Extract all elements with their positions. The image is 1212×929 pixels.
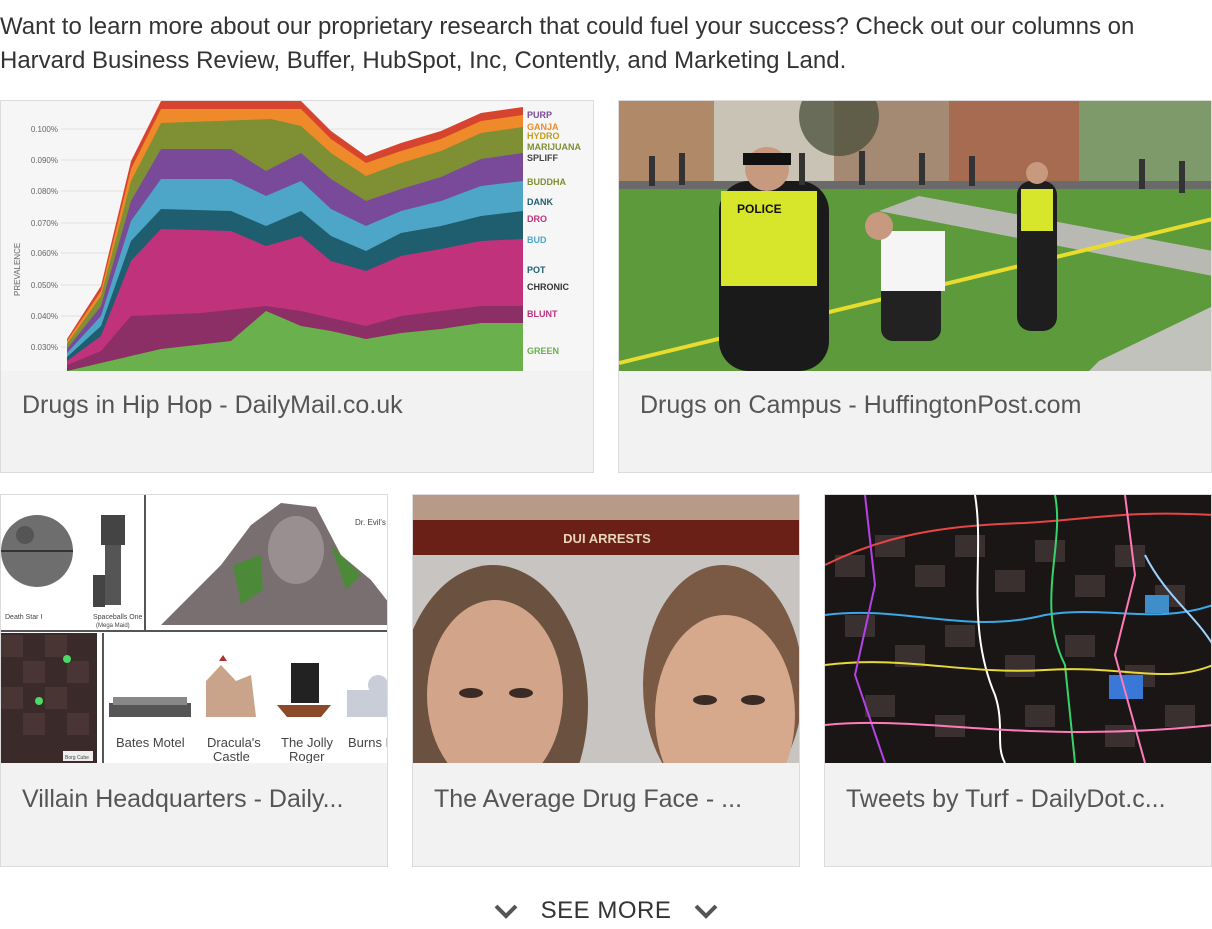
dui-banner-text: DUI ARRESTS	[563, 531, 651, 546]
label-dracula-2: Castle	[213, 749, 250, 763]
y-tick: 0.100%	[31, 125, 58, 134]
label-death-star: Death Star I	[5, 614, 42, 621]
y-tick: 0.030%	[31, 343, 58, 352]
label-borg-cube: Borg Cube	[65, 755, 89, 761]
label-burns: Burns M	[348, 735, 387, 750]
legend-label: BLUNT	[527, 309, 558, 319]
y-tick: 0.050%	[31, 281, 58, 290]
y-tick: 0.060%	[31, 249, 58, 258]
legend-label: GREEN	[527, 346, 559, 356]
y-tick: 0.070%	[31, 219, 58, 228]
legend-label: MARIJUANA	[527, 142, 582, 152]
y-axis-label: PREVALENCE	[13, 243, 22, 296]
see-more-label[interactable]: SEE MORE	[541, 897, 672, 925]
chart-thumbnail: 0.100% 0.090% 0.080% 0.070% 0.060% 0.050…	[1, 101, 593, 371]
label-spaceballs: Spaceballs One	[93, 614, 143, 621]
photo-thumbnail: POLICE	[619, 101, 1211, 371]
legend-label: HYDRO	[527, 131, 560, 141]
chevron-down-icon	[494, 904, 518, 919]
article-card-tweets-turf[interactable]: Tweets by Turf - DailyDot.c...	[824, 494, 1212, 867]
legend-label: BUD	[527, 235, 547, 245]
label-dr-evil: Dr. Evil's	[355, 518, 386, 527]
photo-thumbnail: DUI ARRESTS	[413, 495, 799, 763]
card-title[interactable]: The Average Drug Face - ...	[434, 785, 783, 814]
article-card-villain[interactable]: Death Star I Spaceballs One (Mega Maid) …	[0, 494, 388, 867]
card-title[interactable]: Drugs on Campus - HuffingtonPost.com	[640, 391, 1195, 420]
legend-label: DANK	[527, 197, 553, 207]
legend-label: DRO	[527, 214, 547, 224]
card-title[interactable]: Villain Headquarters - Daily...	[22, 785, 371, 814]
y-tick: 0.080%	[31, 187, 58, 196]
y-tick: 0.090%	[31, 156, 58, 165]
legend-label: PURP	[527, 110, 552, 120]
photo-thumbnail	[825, 495, 1211, 763]
legend-label: BUDDHA	[527, 177, 566, 187]
card-title[interactable]: Drugs in Hip Hop - DailyMail.co.uk	[22, 391, 577, 420]
card-title[interactable]: Tweets by Turf - DailyDot.c...	[846, 785, 1195, 814]
article-card-drug-face[interactable]: DUI ARRESTS The Average Drug Face - ...	[412, 494, 800, 867]
label-jolly-1: The Jolly	[281, 735, 334, 750]
label-jolly-2: Roger	[289, 749, 325, 763]
label-spaceballs-sub: (Mega Maid)	[96, 623, 130, 629]
police-vest-text: POLICE	[737, 202, 782, 216]
article-card-hip-hop[interactable]: 0.100% 0.090% 0.080% 0.070% 0.060% 0.050…	[0, 100, 594, 473]
label-bates-motel: Bates Motel	[116, 735, 185, 750]
see-more-button[interactable]: SEE MORE	[0, 893, 1212, 929]
legend-label: SPLIFF	[527, 153, 559, 163]
legend-label: POT	[527, 265, 546, 275]
illustration-thumbnail: Death Star I Spaceballs One (Mega Maid) …	[1, 495, 387, 763]
article-card-campus[interactable]: POLICE Drugs on Campus - HuffingtonPost.…	[618, 100, 1212, 473]
intro-paragraph: Want to learn more about our proprietary…	[0, 13, 1135, 74]
legend-label: CHRONIC	[527, 282, 569, 292]
y-tick: 0.040%	[31, 312, 58, 321]
chevron-down-icon	[694, 904, 718, 919]
label-dracula-1: Dracula's	[207, 735, 261, 750]
